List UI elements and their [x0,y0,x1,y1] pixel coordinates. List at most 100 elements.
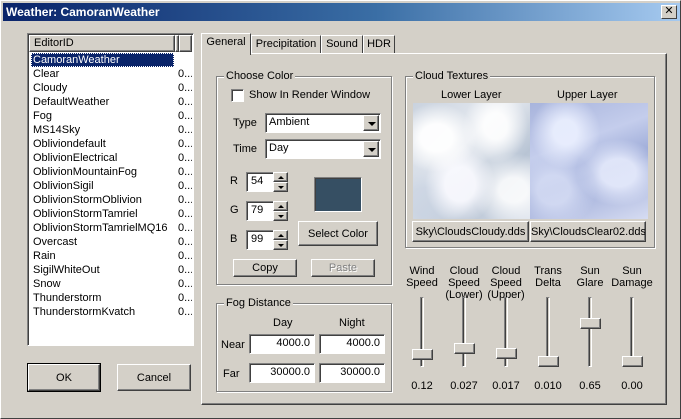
paste-button[interactable]: Paste [311,259,375,277]
list-item[interactable]: Rain 0... [30,249,192,263]
upper-layer-texture-preview [530,103,648,219]
editor-id-list[interactable]: EditorID CamoranWeather Clear 0... Cloudy 0.… [27,33,194,346]
list-item-extra: 0... [178,292,192,304]
slider-label: Sun [622,265,642,277]
list-item-extra: 0... [178,166,192,178]
list-item-name: SigilWhiteOut [33,264,100,276]
tab-sound[interactable]: Sound [321,35,363,54]
list-item-name: MS14Sky [33,124,81,136]
fog-near-night-input[interactable]: 4000.0 [319,334,385,354]
list-item-extra: 0... [178,222,192,234]
time-select[interactable]: Day [265,139,381,159]
fog-near-day-input[interactable]: 4000.0 [249,334,315,354]
list-item-extra: 0... [178,68,192,80]
r-input[interactable]: 54 [246,172,274,192]
list-item-name: Clear [33,68,60,80]
list-item-name: Overcast [33,236,78,248]
list-item[interactable]: DefaultWeather 0... [30,95,192,109]
list-item-extra: 0... [178,152,192,164]
list-item[interactable]: OblivionMountainFog 0... [30,165,192,179]
type-select[interactable]: Ambient [265,113,381,133]
cancel-button[interactable]: Cancel [117,364,191,391]
tab-precipitation[interactable]: Precipitation [251,35,321,54]
fog-far-night-input[interactable]: 30000.0 [319,363,385,383]
b-spinner[interactable] [273,230,288,250]
slider-track[interactable] [588,297,592,367]
list-item[interactable]: Thunderstorm 0... [30,291,192,305]
close-icon[interactable]: ✕ [661,5,677,19]
list-item-name: OblivionSigil [33,180,94,192]
type-select-value: Ambient [269,116,310,128]
column-header-extra[interactable] [179,35,192,52]
fog-day-header: Day [273,317,293,329]
spin-down-icon[interactable] [273,211,288,221]
list-item-name: Snow [33,278,61,290]
list-item[interactable]: MS14Sky 0... [30,123,192,137]
list-item[interactable]: Cloudy 0... [30,81,192,95]
fog-far-day-input[interactable]: 30000.0 [249,363,315,383]
list-item[interactable]: OblivionStormOblivion 0... [30,193,192,207]
g-input[interactable]: 79 [246,201,274,221]
color-swatch [314,177,362,212]
upper-texture-button[interactable]: Sky\CloudsClear02.dds [530,221,646,242]
list-item[interactable]: OblivionStormTamriel 0... [30,207,192,221]
tab-hdr[interactable]: HDR [363,35,395,54]
chevron-down-icon[interactable] [363,141,379,157]
list-item[interactable]: OblivionSigil 0... [30,179,192,193]
select-color-button[interactable]: Select Color [298,221,378,246]
tab-general[interactable]: General [201,33,251,55]
list-item[interactable]: Obliviondefault 0... [30,137,192,151]
lower-layer-texture-preview [413,103,531,219]
list-item[interactable]: OblivionElectrical 0... [30,151,192,165]
copy-button[interactable]: Copy [233,259,297,277]
list-item-name: Rain [33,250,56,262]
g-spinner[interactable] [273,201,288,221]
slider-thumb[interactable] [496,348,517,360]
weather-dialog: Weather: CamoranWeather ✕ EditorID Camor… [0,0,681,419]
r-spinner[interactable] [273,172,288,192]
lower-layer-label: Lower Layer [441,89,502,101]
slider-thumb[interactable] [454,343,475,355]
list-rows: CamoranWeather Clear 0... Cloudy 0... Default… [30,53,192,319]
slider-thumb[interactable] [538,356,559,367]
list-item[interactable]: Overcast 0... [30,235,192,249]
window-title: Weather: CamoranWeather [6,5,160,19]
list-item-extra: 0... [178,236,192,248]
ok-button[interactable]: OK [27,363,101,392]
g-label: G [230,204,239,216]
list-item[interactable]: ThunderstormKvatch 0... [30,305,192,319]
spin-down-icon[interactable] [273,182,288,192]
list-item-extra: 0... [178,82,192,94]
list-item[interactable]: Snow 0... [30,277,192,291]
spin-up-icon[interactable] [273,230,288,240]
list-item[interactable]: CamoranWeather [30,53,191,67]
spin-up-icon[interactable] [273,172,288,182]
slider-thumb[interactable] [412,348,433,360]
list-item[interactable]: Clear 0... [30,67,192,81]
list-item-name: ThunderstormKvatch [33,306,136,318]
list-item[interactable]: OblivionStormTamrielMQ16 0... [30,221,192,235]
chevron-down-icon[interactable] [363,115,379,131]
slider-value: 0.00 [621,380,643,392]
list-item-name: OblivionStormOblivion [33,194,142,206]
list-item[interactable]: Fog 0... [30,109,192,123]
cloud-textures-title: Cloud Textures [413,69,491,83]
spin-up-icon[interactable] [273,201,288,211]
list-item[interactable]: SigilWhiteOut 0... [30,263,192,277]
list-item-extra: 0... [178,180,192,192]
lower-texture-button[interactable]: Sky\CloudsCloudy.dds [412,221,529,242]
time-label: Time [233,143,258,155]
slider-thumb[interactable] [580,317,601,329]
spin-down-icon[interactable] [273,240,288,250]
column-header-editorid[interactable]: EditorID [29,35,175,52]
choose-color-title: Choose Color [224,69,296,83]
fog-distance-title: Fog Distance [224,296,293,310]
list-item-extra: 0... [178,138,192,150]
slider-track[interactable] [462,297,466,367]
b-input[interactable]: 99 [246,230,274,250]
show-in-render-checkbox[interactable] [231,89,244,102]
list-item-name: Fog [33,110,52,122]
list-item-extra: 0... [178,110,192,122]
list-item-extra: 0... [178,250,192,262]
slider-thumb[interactable] [622,356,643,367]
